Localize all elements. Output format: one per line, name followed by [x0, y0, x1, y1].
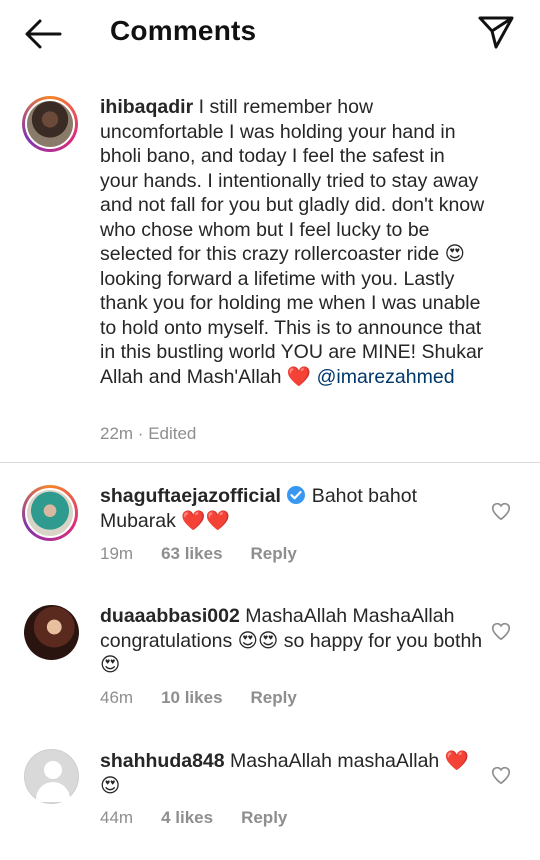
timestamp: 22m: [100, 424, 134, 443]
verified-badge-icon: [287, 486, 306, 504]
avatar[interactable]: [22, 485, 78, 541]
direct-send-icon: [478, 16, 514, 49]
timestamp: 19m: [100, 544, 134, 563]
comment-meta: 44m 4 likes Reply: [100, 808, 315, 828]
heart-outline-icon: [491, 502, 511, 521]
username-link[interactable]: ihibaqadir: [100, 96, 193, 118]
divider: [0, 462, 540, 463]
page-title: Comments: [110, 15, 257, 46]
caption-meta: 22m · Edited: [100, 424, 197, 443]
avatar[interactable]: [24, 605, 79, 660]
avatar[interactable]: [24, 749, 79, 804]
comment-meta: 19m 63 likes Reply: [100, 544, 325, 564]
reply-button[interactable]: Reply: [251, 544, 297, 563]
reply-button[interactable]: Reply: [241, 808, 287, 827]
username-link[interactable]: shahhuda848: [100, 750, 225, 772]
heart-outline-icon: [491, 766, 511, 785]
likes-count[interactable]: 4 likes: [161, 808, 213, 827]
header-bar: Comments: [0, 0, 540, 70]
likes-count[interactable]: 10 likes: [161, 688, 222, 707]
comment-text: shahhuda848 MashaAllah mashaAllah ❤️😍: [100, 749, 485, 798]
reply-button[interactable]: Reply: [251, 688, 297, 707]
mention-link[interactable]: @imarezahmed: [317, 366, 455, 388]
comment-body: I still remember how uncomfortable I was…: [100, 96, 485, 388]
comment-meta: 46m 10 likes Reply: [100, 688, 325, 708]
timestamp: 44m: [100, 808, 134, 827]
timestamp: 46m: [100, 688, 134, 707]
like-button[interactable]: [490, 764, 512, 786]
heart-outline-icon: [491, 622, 511, 641]
direct-send-button[interactable]: [476, 12, 516, 52]
back-button[interactable]: [22, 16, 64, 52]
comment-text: duaaabbasi002 MashaAllah MashaAllah cong…: [100, 604, 485, 678]
likes-count[interactable]: 63 likes: [161, 544, 222, 563]
edited-label: Edited: [148, 424, 197, 443]
like-button[interactable]: [490, 500, 512, 522]
caption-text: ihibaqadir I still remember how uncomfor…: [100, 95, 485, 389]
username-link[interactable]: shaguftaejazofficial: [100, 485, 281, 507]
comment-text: shaguftaejazofficial Bahot bahot Mubarak…: [100, 484, 485, 533]
like-button[interactable]: [490, 620, 512, 642]
username-link[interactable]: duaaabbasi002: [100, 605, 240, 627]
back-arrow-icon: [25, 19, 62, 49]
avatar[interactable]: [22, 96, 78, 152]
